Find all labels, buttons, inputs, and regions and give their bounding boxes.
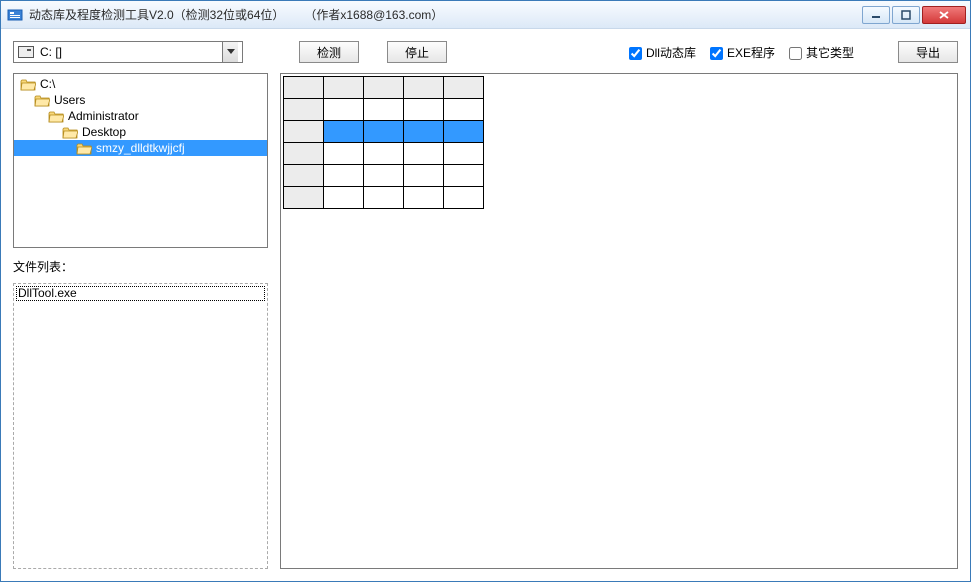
filelist-label: 文件列表： (13, 258, 268, 275)
client-area: C: [] 检测 停止 Dll动态库 EXE程序 (1, 29, 970, 581)
check-dll-label: Dll动态库 (646, 44, 696, 61)
grid-cell[interactable] (404, 165, 444, 187)
folder-icon (48, 110, 64, 123)
grid-cell[interactable] (324, 99, 364, 121)
grid-row-header[interactable] (284, 143, 324, 165)
tree-node[interactable]: Users (14, 92, 267, 108)
grid-cell[interactable] (324, 165, 364, 187)
grid-cell[interactable] (444, 187, 484, 209)
check-exe-label: EXE程序 (727, 44, 775, 61)
maximize-button[interactable] (892, 6, 920, 24)
stop-button[interactable]: 停止 (387, 41, 447, 63)
grid-cell[interactable] (364, 121, 404, 143)
grid-cell[interactable] (404, 99, 444, 121)
check-exe[interactable]: EXE程序 (710, 44, 775, 61)
check-dll-input[interactable] (629, 47, 642, 60)
folder-icon (34, 94, 50, 107)
app-icon (7, 7, 23, 23)
tree-node-label: C:\ (40, 77, 55, 91)
folder-icon (62, 126, 78, 139)
filter-checks: Dll动态库 EXE程序 其它类型 导出 (629, 41, 958, 63)
tree-node-label: Administrator (68, 109, 139, 123)
export-button[interactable]: 导出 (898, 41, 958, 63)
grid-cell[interactable] (444, 99, 484, 121)
chevron-down-icon[interactable] (222, 42, 238, 62)
drive-icon (18, 46, 34, 58)
grid-cell[interactable] (364, 187, 404, 209)
detect-button[interactable]: 检测 (299, 41, 359, 63)
titlebar[interactable]: 动态库及程度检测工具V2.0（检测32位或64位） （作者x1688@163.c… (1, 1, 970, 29)
results-grid[interactable] (283, 76, 484, 209)
tree-node[interactable]: Desktop (14, 124, 267, 140)
grid-cell[interactable] (364, 143, 404, 165)
grid-row-header[interactable] (284, 99, 324, 121)
grid-corner (284, 77, 324, 99)
grid-cell[interactable] (444, 121, 484, 143)
grid-col-header[interactable] (444, 77, 484, 99)
grid-col-header[interactable] (324, 77, 364, 99)
tree-node[interactable]: Administrator (14, 108, 267, 124)
tree-node-label: smzy_dlldtkwjjcfj (96, 141, 185, 155)
top-toolbar: C: [] 检测 停止 Dll动态库 EXE程序 (13, 39, 958, 65)
check-dll[interactable]: Dll动态库 (629, 44, 696, 61)
grid-cell[interactable] (324, 143, 364, 165)
app-window: 动态库及程度检测工具V2.0（检测32位或64位） （作者x1688@163.c… (0, 0, 971, 582)
folder-icon (20, 78, 36, 91)
drive-text: C: [] (40, 45, 222, 59)
grid-cell[interactable] (404, 121, 444, 143)
tree-node-label: Users (54, 93, 85, 107)
grid-cell[interactable] (324, 187, 364, 209)
tree-node[interactable]: smzy_dlldtkwjjcfj (14, 140, 267, 156)
check-other-label: 其它类型 (806, 44, 854, 61)
check-other-input[interactable] (789, 47, 802, 60)
file-list[interactable]: DllTool.exe (13, 283, 268, 569)
grid-cell[interactable] (364, 165, 404, 187)
left-column: C:\ Users Administrator Desktop smzy_dll… (13, 73, 268, 569)
grid-cell[interactable] (364, 99, 404, 121)
results-panel[interactable] (280, 73, 958, 569)
window-title: 动态库及程度检测工具V2.0（检测32位或64位） （作者x1688@163.c… (29, 6, 443, 23)
main-row: C:\ Users Administrator Desktop smzy_dll… (13, 73, 958, 569)
grid-col-header[interactable] (364, 77, 404, 99)
minimize-button[interactable] (862, 6, 890, 24)
window-buttons (862, 6, 966, 24)
grid-cell[interactable] (404, 143, 444, 165)
grid-col-header[interactable] (404, 77, 444, 99)
grid-cell[interactable] (404, 187, 444, 209)
list-item[interactable]: DllTool.exe (16, 286, 265, 301)
grid-cell[interactable] (324, 121, 364, 143)
grid-row-header[interactable] (284, 187, 324, 209)
grid-cell[interactable] (444, 143, 484, 165)
grid-row-header[interactable] (284, 121, 324, 143)
check-other[interactable]: 其它类型 (789, 44, 854, 61)
grid-row-header[interactable] (284, 165, 324, 187)
close-button[interactable] (922, 6, 966, 24)
tree-node[interactable]: C:\ (14, 76, 267, 92)
tree-node-label: Desktop (82, 125, 126, 139)
check-exe-input[interactable] (710, 47, 723, 60)
folder-tree[interactable]: C:\ Users Administrator Desktop smzy_dll… (13, 73, 268, 248)
folder-icon (76, 142, 92, 155)
drive-combobox[interactable]: C: [] (13, 41, 243, 63)
grid-cell[interactable] (444, 165, 484, 187)
